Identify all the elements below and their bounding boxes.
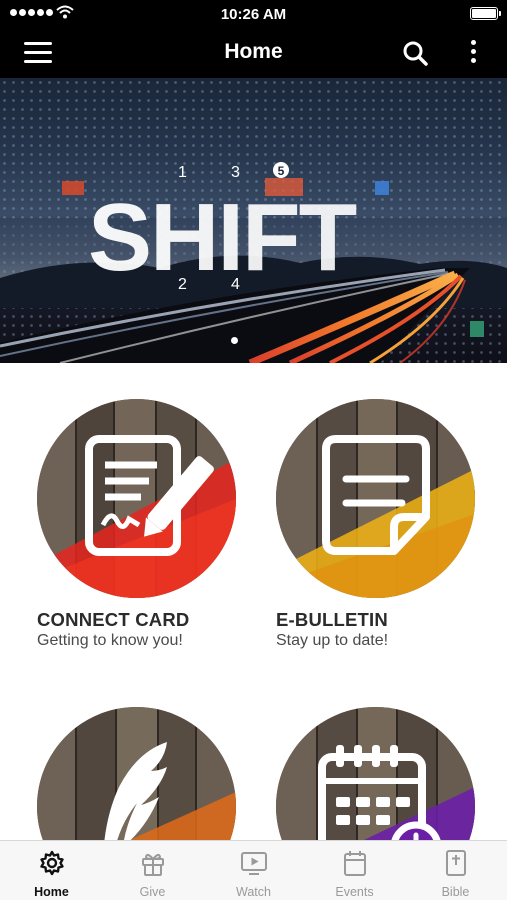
hero-banner[interactable]: SHIFT 1 2 3 4 5 <box>0 78 507 363</box>
connect-card-icon <box>85 435 214 556</box>
tab-give-label: Give <box>139 885 166 899</box>
tab-events-label: Events <box>335 885 374 899</box>
bulletin-icon <box>322 435 430 555</box>
tab-give[interactable]: Give <box>102 841 203 900</box>
battery-icon <box>470 7 501 20</box>
banner-number-3: 3 <box>231 164 240 181</box>
banner-number-2: 2 <box>178 276 187 293</box>
tv-play-icon <box>241 852 267 875</box>
connect-card-tile[interactable]: CONNECT CARD Getting to know you! <box>37 399 247 659</box>
feather-tile[interactable] <box>37 707 247 840</box>
tab-watch-label: Watch <box>236 885 271 899</box>
banner-title: SHIFT <box>88 184 357 291</box>
status-bar: 10:26 AM <box>0 0 507 28</box>
carousel-dot[interactable] <box>231 337 238 344</box>
banner-artwork: SHIFT 1 2 3 4 5 <box>0 78 507 363</box>
banner-number-4: 4 <box>231 276 240 293</box>
tab-home[interactable]: Home <box>1 841 102 900</box>
e-bulletin-tile[interactable]: E-BULLETIN Stay up to date! <box>276 399 486 659</box>
calendar-tile[interactable] <box>276 707 486 840</box>
connect-card-circle <box>37 399 236 598</box>
connect-card-title: CONNECT CARD <box>37 609 190 630</box>
connect-card-subtitle: Getting to know you! <box>37 632 183 649</box>
feather-icon <box>104 742 167 840</box>
calendar-icon <box>344 851 366 876</box>
bible-icon <box>446 850 466 876</box>
e-bulletin-subtitle: Stay up to date! <box>276 632 389 649</box>
gift-icon <box>142 853 164 876</box>
tab-watch[interactable]: Watch <box>203 841 304 900</box>
e-bulletin-title: E-BULLETIN <box>276 609 388 630</box>
page-title: Home <box>224 40 283 63</box>
banner-number-5: 5 <box>278 164 285 178</box>
gear-icon <box>40 850 64 876</box>
status-time: 10:26 AM <box>220 6 287 23</box>
menu-icon[interactable] <box>24 42 54 64</box>
tab-bible-label: Bible <box>441 885 470 899</box>
search-icon[interactable] <box>401 39 429 67</box>
nav-bar: Home <box>0 28 507 78</box>
tab-bar: Home Give Watch Events Bible <box>0 840 507 900</box>
tab-events[interactable]: Events <box>304 841 405 900</box>
feather-circle <box>37 707 236 840</box>
tab-bible[interactable]: Bible <box>405 841 506 900</box>
more-options-icon[interactable] <box>468 40 478 68</box>
tab-home-label: Home <box>34 885 69 899</box>
e-bulletin-circle <box>276 399 475 598</box>
banner-number-1: 1 <box>178 164 187 181</box>
app-screen: 10:26 AM Home SHIFT 1 2 3 4 5 CONNECT CA… <box>0 0 507 900</box>
calendar-icon <box>318 745 441 840</box>
calendar-circle <box>276 707 475 840</box>
